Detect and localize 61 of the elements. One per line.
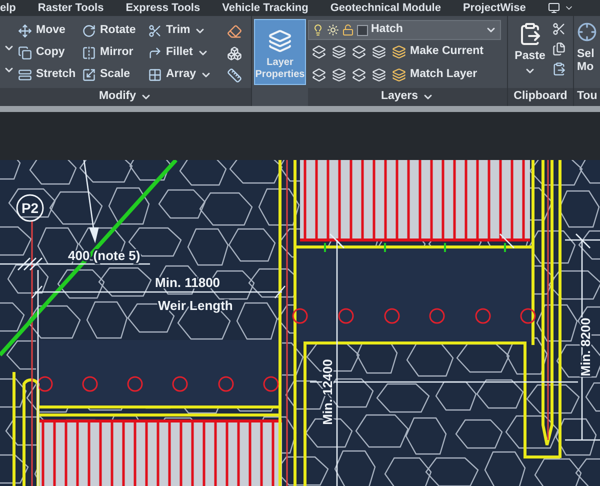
rotate-icon <box>82 24 96 38</box>
sun-icon <box>327 24 339 36</box>
mirror-icon <box>82 46 96 60</box>
layers-icon <box>392 68 406 82</box>
crosshair-icon <box>577 22 597 42</box>
dimension-text: Min. 8200 <box>578 318 593 376</box>
tool-button[interactable]: Rotate <box>82 20 148 42</box>
panel-title-bar[interactable]: Layers <box>308 88 507 106</box>
menu-item[interactable]: Vehicle Tracking <box>222 0 308 16</box>
screen-icon[interactable] <box>548 2 574 14</box>
move-icon <box>18 24 32 38</box>
tool-button[interactable]: Scale <box>82 64 148 86</box>
tool-button[interactable]: Array <box>148 64 220 86</box>
paste-button[interactable]: Paste <box>508 20 552 88</box>
layer-tool-icon[interactable] <box>352 68 366 82</box>
layer-dropdown[interactable]: Hatch <box>308 20 501 40</box>
tool-button[interactable]: Copy <box>18 42 82 64</box>
panel-title-bar[interactable]: Tou <box>574 88 600 106</box>
layer-tool-icon[interactable] <box>332 44 346 58</box>
menu-item[interactable]: Express Tools <box>126 0 200 16</box>
menu-item[interactable]: ProjectWise <box>462 0 526 16</box>
grid-icon <box>148 68 162 82</box>
panel-title-bar[interactable]: Clipboard <box>508 88 573 106</box>
layer-tool-icon[interactable] <box>352 44 366 58</box>
layer-command-button[interactable]: Match Layer <box>392 66 478 84</box>
clipboard-icon <box>518 20 542 48</box>
paste-icon[interactable] <box>552 62 566 76</box>
panel-title-bar[interactable]: Modify <box>0 88 251 106</box>
lightbulb-icon <box>312 24 324 36</box>
layer-tool-icon[interactable] <box>312 44 326 58</box>
dimension-text: Min. 12400 <box>320 359 335 425</box>
tool-button[interactable]: Trim <box>148 20 220 42</box>
lock-icon <box>342 24 354 36</box>
layer-tool-icon[interactable] <box>332 68 346 82</box>
scale-icon <box>82 68 96 82</box>
scissors-icon <box>148 24 162 38</box>
layers-icon <box>268 29 292 53</box>
ruler-icon[interactable] <box>226 68 242 82</box>
layer-command-button[interactable]: Make Current <box>392 42 484 60</box>
layer-tool-icon[interactable] <box>312 68 326 82</box>
tool-button[interactable]: Mirror <box>82 42 148 64</box>
tool-button[interactable]: Move <box>18 20 82 42</box>
layers-icon <box>392 44 406 58</box>
tool-button[interactable]: Stretch <box>18 64 82 86</box>
color-swatch <box>357 24 368 36</box>
copy-icon <box>18 46 32 60</box>
layer-tool-icon[interactable] <box>372 68 386 82</box>
grid-label: P2 <box>21 200 39 216</box>
menu-item[interactable]: Geotechnical Module <box>330 0 441 16</box>
eraser-icon[interactable] <box>226 24 242 38</box>
tool-button[interactable]: Fillet <box>148 42 220 64</box>
copy-icon[interactable] <box>552 42 566 56</box>
boxes-icon[interactable] <box>226 46 242 60</box>
stretch-icon <box>18 68 32 82</box>
grid-bubble <box>16 194 44 222</box>
scissors-icon[interactable] <box>552 22 566 36</box>
select-button[interactable]: Sel Mo <box>577 22 600 74</box>
menu-item[interactable]: Raster Tools <box>38 0 104 16</box>
menu-item[interactable]: elp <box>0 0 16 16</box>
corner-icon <box>148 46 162 60</box>
layer-tool-icon[interactable] <box>372 44 386 58</box>
